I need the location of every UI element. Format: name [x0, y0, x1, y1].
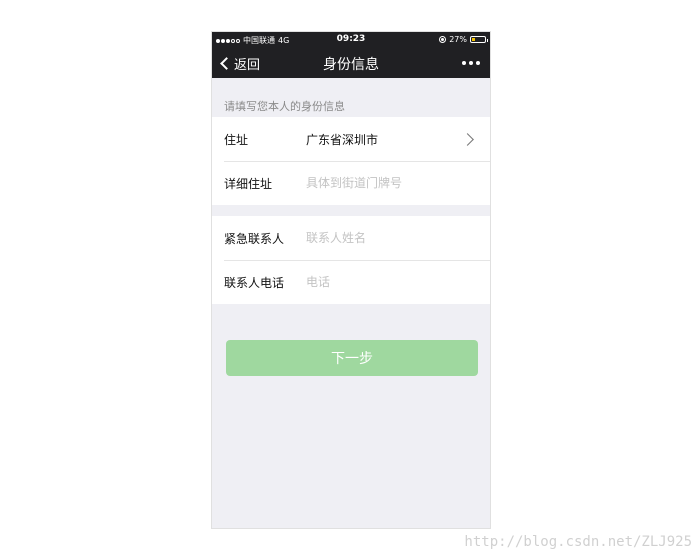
address-value: 广东省深圳市 [306, 132, 379, 147]
emergency-contact-label: 紧急联系人 [224, 231, 285, 246]
battery-icon [470, 36, 488, 43]
contact-phone-row: 联系人电话 [212, 260, 490, 304]
contact-phone-label: 联系人电话 [224, 275, 285, 290]
contact-phone-input[interactable] [306, 275, 476, 289]
contact-group: 紧急联系人 联系人电话 [212, 216, 490, 304]
phone-screen: 中国联通 4G 09:23 27% 返回 身份信息 请填写您本人的身份信息 住址… [211, 31, 491, 529]
address-label: 住址 [224, 132, 249, 147]
more-icon[interactable] [462, 61, 480, 65]
detail-address-label: 详细住址 [224, 176, 273, 191]
battery-percent: 27% [449, 35, 467, 44]
emergency-contact-row: 紧急联系人 [212, 216, 490, 260]
status-right: 27% [439, 35, 488, 44]
orientation-lock-icon [439, 36, 447, 43]
status-bar: 中国联通 4G 09:23 27% [212, 32, 490, 48]
battery-fill [472, 38, 475, 41]
next-button[interactable]: 下一步 [226, 340, 478, 376]
page-title: 身份信息 [323, 57, 379, 73]
address-row[interactable]: 住址 广东省深圳市 [212, 117, 490, 161]
detail-address-input[interactable] [306, 176, 476, 190]
nav-bar: 返回 身份信息 [212, 48, 490, 78]
watermark: http://blog.csdn.net/ZLJ925 [464, 534, 692, 550]
chevron-right-icon [461, 132, 474, 146]
emergency-contact-input[interactable] [306, 231, 476, 245]
detail-address-row: 详细住址 [212, 161, 490, 205]
address-group: 住址 广东省深圳市 详细住址 [212, 117, 490, 205]
form-hint: 请填写您本人的身份信息 [224, 100, 345, 113]
